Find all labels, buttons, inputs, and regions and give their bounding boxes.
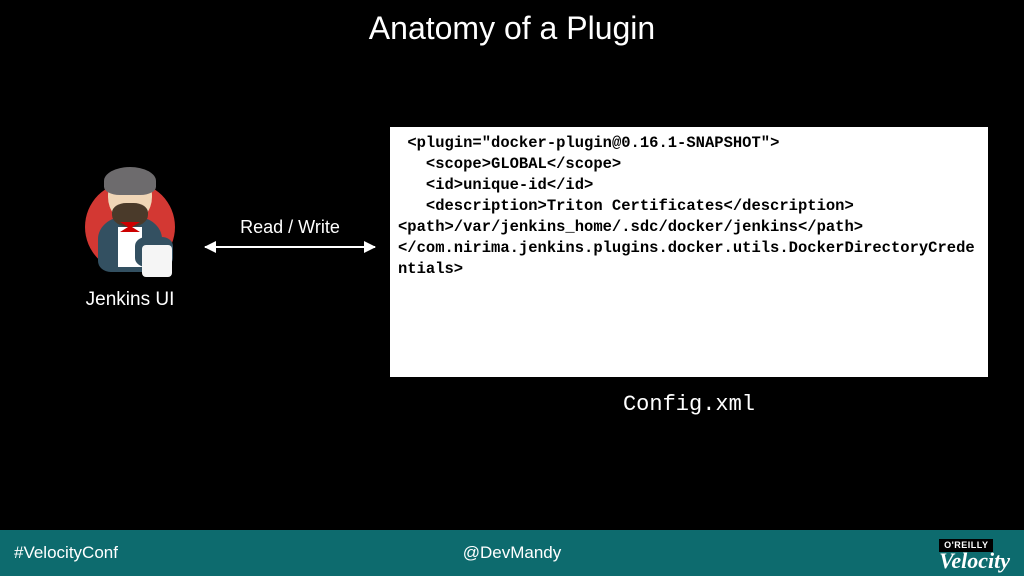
footer-bar: #VelocityConf @DevMandy O'REILLY Velocit… <box>0 530 1024 576</box>
footer-hashtag: #VelocityConf <box>14 543 346 563</box>
config-xml-code: <plugin="docker-plugin@0.16.1-SNAPSHOT">… <box>390 127 988 377</box>
jenkins-label: Jenkins UI <box>65 289 195 311</box>
arrow-label: Read / Write <box>205 217 375 238</box>
slide-title: Anatomy of a Plugin <box>0 0 1024 47</box>
arrow-section: Read / Write <box>205 217 375 248</box>
footer-logo: O'REILLY Velocity <box>678 534 1010 573</box>
jenkins-section: Jenkins UI <box>65 167 195 311</box>
jenkins-logo-icon <box>80 167 180 277</box>
config-xml-caption: Config.xml <box>390 392 988 417</box>
footer-handle: @DevMandy <box>346 543 678 563</box>
double-arrow-icon <box>205 246 375 248</box>
slide-content: Jenkins UI Read / Write <plugin="docker-… <box>0 47 1024 507</box>
velocity-brand: Velocity <box>939 550 1010 572</box>
